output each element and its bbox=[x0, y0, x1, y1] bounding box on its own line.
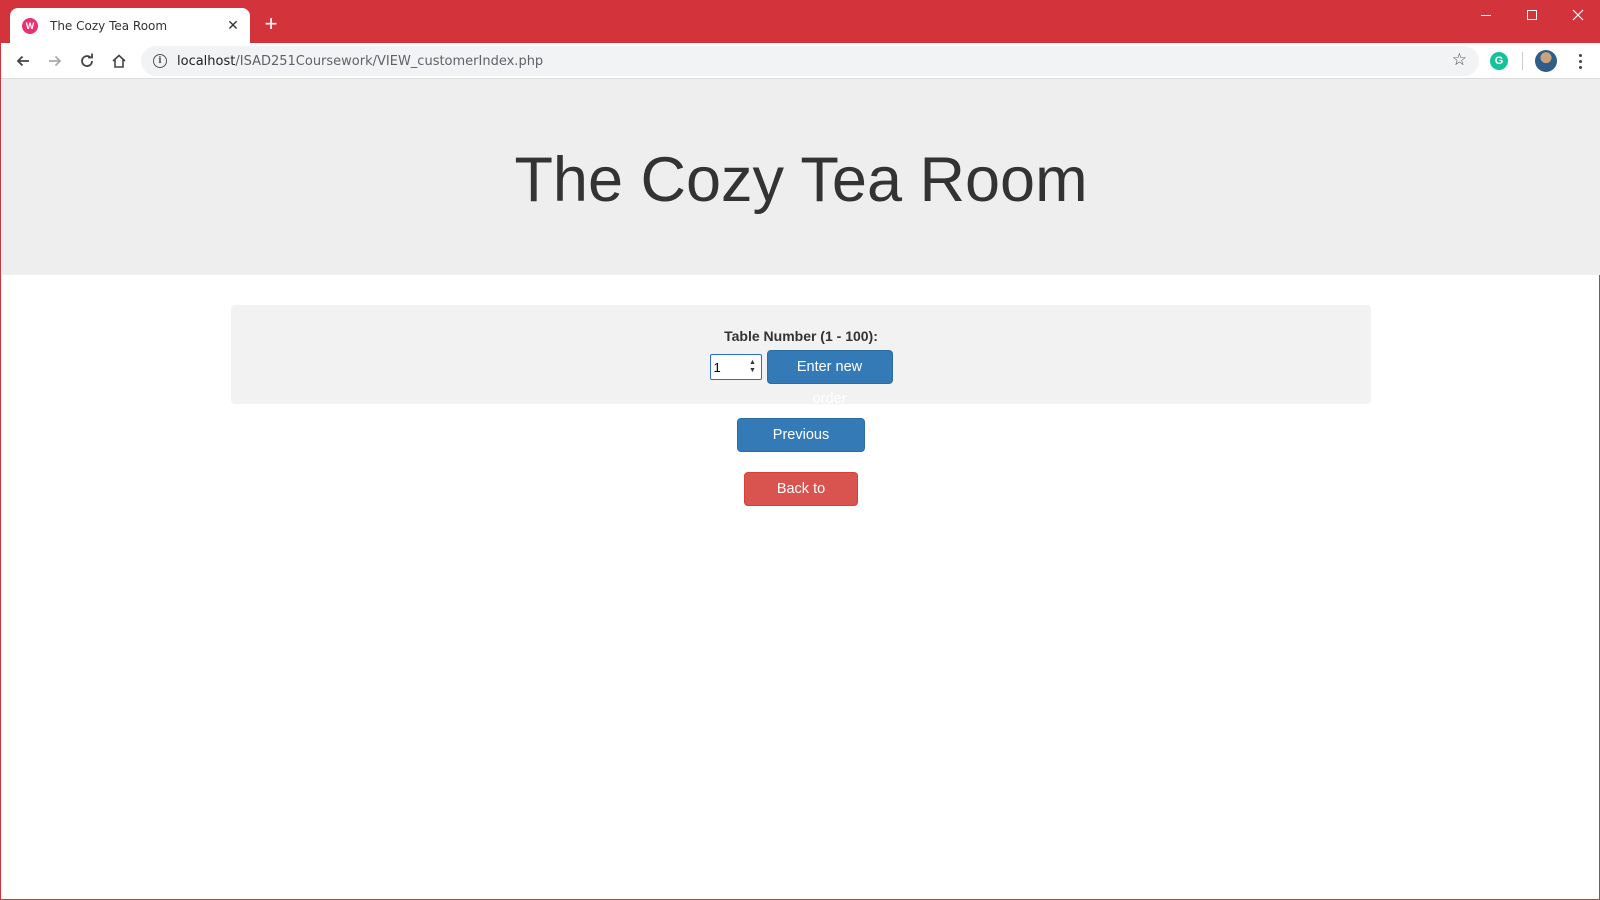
header-banner: The Cozy Tea Room bbox=[2, 79, 1600, 275]
back-to-home-button[interactable]: Back to Home bbox=[744, 472, 858, 529]
forward-button[interactable] bbox=[42, 48, 68, 74]
table-number-label: Table Number (1 - 100): bbox=[724, 328, 878, 344]
reload-button[interactable] bbox=[74, 48, 100, 74]
home-button[interactable] bbox=[106, 48, 132, 74]
new-tab-icon[interactable]: + bbox=[259, 13, 283, 37]
reload-icon bbox=[81, 53, 93, 67]
table-number-input[interactable]: ▲▼ bbox=[709, 354, 762, 380]
maximize-icon bbox=[1527, 10, 1537, 20]
profile-avatar[interactable] bbox=[1535, 50, 1557, 72]
order-form-row: ▲▼ Enter new order bbox=[231, 350, 1371, 407]
url-path: /ISAD251Coursework/VIEW_customerIndex.ph… bbox=[235, 53, 544, 69]
close-icon bbox=[1572, 9, 1584, 21]
url-text: localhost/ISAD251Coursework/VIEW_custome… bbox=[177, 54, 543, 69]
maximize-button[interactable] bbox=[1509, 0, 1555, 30]
browser-window: W The Cozy Tea Room ✕ + i localhost/ISAD… bbox=[0, 0, 1600, 900]
back-button[interactable] bbox=[10, 48, 36, 74]
table-number-field[interactable] bbox=[713, 356, 748, 378]
minimize-button[interactable] bbox=[1463, 0, 1509, 30]
arrow-right-icon bbox=[49, 55, 62, 67]
url-host: localhost bbox=[177, 53, 236, 69]
previous-orders-button[interactable]: Previous Orders bbox=[737, 418, 865, 475]
browser-menu-icon[interactable] bbox=[1571, 52, 1589, 70]
page-title: The Cozy Tea Room bbox=[514, 145, 1088, 215]
favicon-icon: W bbox=[22, 17, 38, 34]
window-close-button[interactable] bbox=[1555, 0, 1600, 30]
enter-new-order-button[interactable]: Enter new order bbox=[766, 350, 893, 407]
browser-toolbar: i localhost/ISAD251Coursework/VIEW_custo… bbox=[1, 43, 1600, 79]
tab-close-icon[interactable]: ✕ bbox=[222, 15, 244, 37]
title-bar: W The Cozy Tea Room ✕ + bbox=[1, 0, 1600, 43]
minimize-icon bbox=[1481, 14, 1491, 16]
toolbar-divider bbox=[1522, 52, 1523, 70]
arrow-left-icon bbox=[16, 55, 29, 67]
tab-title: The Cozy Tea Room bbox=[50, 18, 168, 33]
home-icon bbox=[112, 54, 126, 68]
info-icon[interactable]: i bbox=[153, 54, 167, 68]
address-bar[interactable]: i localhost/ISAD251Coursework/VIEW_custo… bbox=[141, 46, 1479, 76]
browser-tab[interactable]: W The Cozy Tea Room ✕ bbox=[10, 8, 250, 43]
number-spinner-icon[interactable]: ▲ ▼ bbox=[748, 358, 758, 376]
grammarly-extension-icon[interactable]: G bbox=[1490, 52, 1508, 70]
bookmark-star-icon[interactable]: ☆ bbox=[1452, 50, 1467, 70]
order-form-panel: Table Number (1 - 100): ▲▼ Enter new ord… bbox=[231, 305, 1371, 407]
